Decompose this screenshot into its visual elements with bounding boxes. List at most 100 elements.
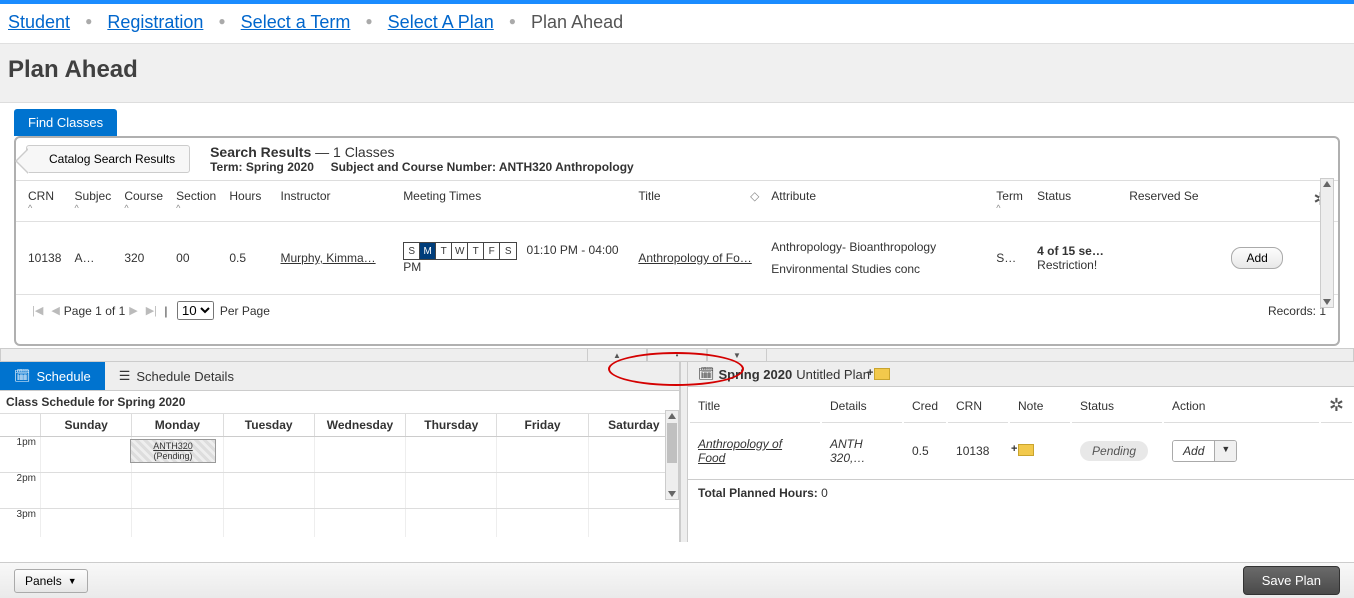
pcol-title[interactable]: Title bbox=[690, 389, 820, 423]
status-badge: Pending bbox=[1080, 441, 1148, 461]
pager-page-of: of bbox=[105, 304, 115, 318]
plan-row: Anthropology of Food ANTH 320,… 0.5 1013… bbox=[690, 425, 1352, 477]
row-note-icon[interactable] bbox=[1018, 444, 1034, 456]
plan-details: ANTH 320,… bbox=[822, 425, 902, 477]
col-course[interactable]: Course^ bbox=[118, 181, 170, 222]
day-tuesday: Tuesday bbox=[223, 414, 314, 436]
action-add-dropdown[interactable]: Add▼ bbox=[1172, 440, 1237, 462]
pager-last-icon[interactable]: ▶| bbox=[146, 304, 157, 317]
col-hours[interactable]: Hours bbox=[223, 181, 274, 222]
calendar-grid: 1pm 2pm 3pm ANTH320(Pending) bbox=[0, 437, 679, 537]
search-results-count: — 1 Classes bbox=[311, 144, 394, 160]
subject-label: Subject and Course Number: bbox=[331, 160, 499, 174]
plan-credits: 0.5 bbox=[904, 425, 946, 477]
plan-name: Untitled Plan bbox=[796, 367, 870, 382]
crumb-select-term[interactable]: Select a Term bbox=[241, 12, 351, 32]
save-plan-button[interactable]: Save Plan bbox=[1243, 566, 1340, 595]
pager-page-total: 1 bbox=[119, 304, 126, 318]
breadcrumb: Student ● Registration ● Select a Term ●… bbox=[0, 4, 1354, 44]
crumb-registration[interactable]: Registration bbox=[107, 12, 203, 32]
gear-icon[interactable]: ✲ bbox=[1329, 395, 1344, 415]
per-page-label: Per Page bbox=[220, 304, 270, 318]
horizontal-splitter[interactable]: ▲ • ▼ bbox=[0, 348, 1354, 362]
calendar-small-icon: 🗓 bbox=[698, 366, 715, 382]
cell-crn: 10138 bbox=[16, 222, 69, 295]
calendar-icon: 🗓 bbox=[14, 368, 31, 384]
pcol-details[interactable]: Details bbox=[822, 389, 902, 423]
plan-pane: 🗓 Spring 2020Untitled Plan Title Details… bbox=[688, 362, 1354, 542]
pager-next-icon[interactable]: ▶ bbox=[129, 304, 137, 317]
cell-term: S… bbox=[990, 222, 1031, 295]
schedule-pane: 🗓 Schedule ☰ Schedule Details Class Sche… bbox=[0, 362, 680, 542]
col-crn[interactable]: CRN^ bbox=[16, 181, 69, 222]
col-section[interactable]: Section^ bbox=[170, 181, 223, 222]
splitter-dot-icon[interactable]: • bbox=[647, 349, 707, 361]
plan-table: Title Details Cred CRN Note Status Actio… bbox=[688, 387, 1354, 479]
col-status[interactable]: Status bbox=[1031, 181, 1123, 222]
crumb-sep: ● bbox=[218, 14, 225, 28]
schedule-subtitle: Class Schedule for Spring 2020 bbox=[0, 391, 679, 414]
col-attribute[interactable]: Attribute bbox=[765, 181, 990, 222]
table-row: 10138 A… 320 00 0.5 Murphy, Kimma… SMTWT… bbox=[16, 222, 1338, 295]
col-reserved[interactable]: Reserved Se bbox=[1123, 181, 1225, 222]
tab-find-classes[interactable]: Find Classes bbox=[14, 109, 117, 136]
cell-hours: 0.5 bbox=[223, 222, 274, 295]
cell-course: 320 bbox=[118, 222, 170, 295]
pcol-credits[interactable]: Cred bbox=[904, 389, 946, 423]
cell-attribute: Anthropology- Bioanthropology Environmen… bbox=[765, 222, 990, 295]
chevron-down-icon[interactable]: ▼ bbox=[1214, 441, 1236, 461]
crumb-student[interactable]: Student bbox=[8, 12, 70, 32]
attr-line2: Environmental Studies conc bbox=[771, 262, 984, 276]
vertical-splitter[interactable] bbox=[680, 362, 688, 542]
search-meta: Search Results — 1 Classes Term: Spring … bbox=[210, 144, 634, 174]
day-friday: Friday bbox=[496, 414, 587, 436]
title-link[interactable]: Anthropology of Fo… bbox=[638, 251, 751, 265]
calendar-event[interactable]: ANTH320(Pending) bbox=[130, 439, 216, 463]
pager-page-label: Page bbox=[64, 304, 92, 318]
pcol-status[interactable]: Status bbox=[1072, 389, 1162, 423]
plan-crn: 10138 bbox=[948, 425, 1008, 477]
splitter-down-icon[interactable]: ▼ bbox=[707, 349, 767, 361]
subject-value: ANTH320 Anthropology bbox=[499, 160, 634, 174]
per-page-select[interactable]: 10 bbox=[177, 301, 214, 320]
meeting-days: SMTWTFS bbox=[403, 242, 517, 260]
crumb-select-plan[interactable]: Select A Plan bbox=[388, 12, 494, 32]
col-subject[interactable]: Subjec^ bbox=[69, 181, 119, 222]
day-sunday: Sunday bbox=[40, 414, 131, 436]
search-results-title: Search Results bbox=[210, 144, 311, 160]
page-title-region: Plan Ahead bbox=[0, 44, 1354, 103]
plan-term: Spring 2020 bbox=[719, 367, 793, 382]
chevron-down-icon: ▼ bbox=[68, 576, 77, 586]
pager-page-cur: 1 bbox=[95, 304, 102, 318]
crumb-current: Plan Ahead bbox=[531, 12, 623, 32]
tab-schedule[interactable]: 🗓 Schedule bbox=[0, 362, 105, 390]
add-note-icon[interactable] bbox=[874, 368, 890, 380]
tab-schedule-details[interactable]: ☰ Schedule Details bbox=[105, 362, 248, 390]
footer-bar: Panels▼ Save Plan bbox=[0, 562, 1354, 598]
pcol-crn[interactable]: CRN bbox=[948, 389, 1008, 423]
panels-button[interactable]: Panels▼ bbox=[14, 569, 88, 593]
catalog-search-results-button[interactable]: Catalog Search Results bbox=[26, 145, 190, 173]
cell-status: 4 of 15 se… Restriction! bbox=[1031, 222, 1123, 295]
crumb-sep: ● bbox=[365, 14, 372, 28]
splitter-up-icon[interactable]: ▲ bbox=[587, 349, 647, 361]
col-term[interactable]: Term^ bbox=[990, 181, 1031, 222]
col-meeting[interactable]: Meeting Times bbox=[397, 181, 632, 222]
records-count: Records: 1 bbox=[1268, 304, 1326, 318]
pcol-note[interactable]: Note bbox=[1010, 389, 1070, 423]
col-title[interactable]: Title ◇ bbox=[632, 181, 765, 222]
instructor-link[interactable]: Murphy, Kimma… bbox=[280, 251, 375, 265]
vertical-scrollbar[interactable] bbox=[1320, 178, 1334, 308]
pager-first-icon[interactable]: |◀ bbox=[32, 304, 43, 317]
results-table: CRN^ Subjec^ Course^ Section^ Hours Inst… bbox=[16, 181, 1338, 295]
col-instructor[interactable]: Instructor bbox=[274, 181, 397, 222]
add-button[interactable]: Add bbox=[1231, 247, 1282, 269]
search-results-panel: Catalog Search Results Search Results — … bbox=[14, 136, 1340, 346]
cell-section: 00 bbox=[170, 222, 223, 295]
page-title: Plan Ahead bbox=[8, 56, 1346, 84]
pager-prev-icon[interactable]: ◀ bbox=[51, 304, 59, 317]
cell-subject: A… bbox=[69, 222, 119, 295]
pcol-action[interactable]: Action bbox=[1164, 389, 1319, 423]
plan-title-link[interactable]: Anthropology of Food bbox=[698, 437, 782, 465]
calendar-scrollbar[interactable] bbox=[665, 410, 679, 500]
